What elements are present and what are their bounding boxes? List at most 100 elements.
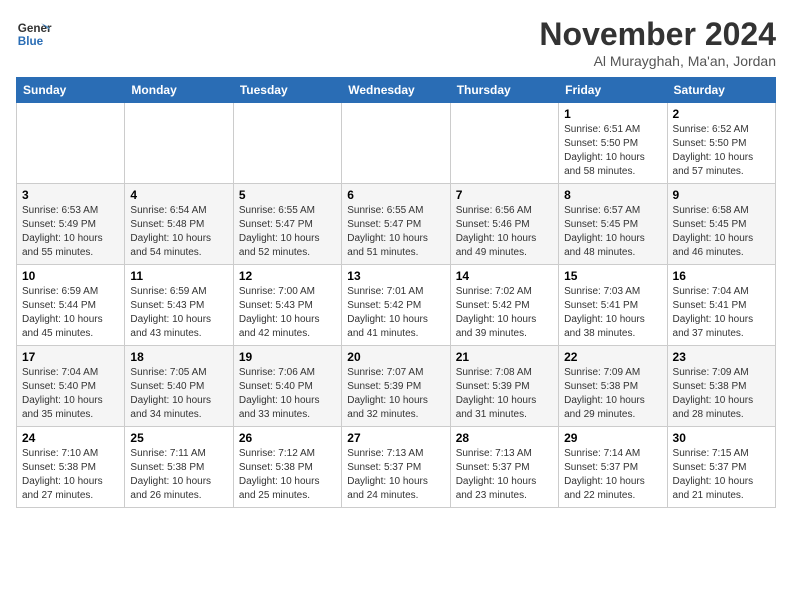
day-info: Sunrise: 6:56 AM Sunset: 5:46 PM Dayligh… (456, 204, 553, 260)
calendar-cell: 3 Sunrise: 6:53 AM Sunset: 5:49 PM Daylig… (17, 184, 125, 265)
day-info: Sunrise: 6:55 AM Sunset: 5:47 PM Dayligh… (239, 204, 336, 260)
calendar-cell: 29 Sunrise: 7:14 AM Sunset: 5:37 PM Dayli… (559, 427, 667, 508)
day-info: Sunrise: 6:55 AM Sunset: 5:47 PM Dayligh… (347, 204, 444, 260)
calendar-cell: 13 Sunrise: 7:01 AM Sunset: 5:42 PM Dayli… (342, 265, 450, 346)
calendar-cell: 11 Sunrise: 6:59 AM Sunset: 5:43 PM Dayli… (125, 265, 233, 346)
calendar-cell: 18Sunrise: 7:05 AM Sunset: 5:40 PM Dayli… (125, 346, 233, 427)
day-number: 30 (673, 431, 770, 445)
weekday-header-saturday: Saturday (667, 78, 775, 103)
calendar-cell: 1 Sunrise: 6:51 AM Sunset: 5:50 PM Daylig… (559, 103, 667, 184)
calendar-cell: 16 Sunrise: 7:04 AM Sunset: 5:41 PM Dayli… (667, 265, 775, 346)
day-number: 8 (564, 188, 661, 202)
day-number: 6 (347, 188, 444, 202)
calendar-cell: 7 Sunrise: 6:56 AM Sunset: 5:46 PM Daylig… (450, 184, 558, 265)
day-number: 23 (673, 350, 770, 364)
day-info: Sunrise: 7:12 AM Sunset: 5:38 PM Dayligh… (239, 447, 336, 503)
calendar-cell: 23Sunrise: 7:09 AM Sunset: 5:38 PM Dayli… (667, 346, 775, 427)
day-info: Sunrise: 7:04 AM Sunset: 5:40 PM Dayligh… (22, 366, 119, 422)
day-number: 21 (456, 350, 553, 364)
weekday-header-friday: Friday (559, 78, 667, 103)
day-number: 24 (22, 431, 119, 445)
day-number: 25 (130, 431, 227, 445)
weekday-header-tuesday: Tuesday (233, 78, 341, 103)
calendar-cell (125, 103, 233, 184)
day-info: Sunrise: 7:06 AM Sunset: 5:40 PM Dayligh… (239, 366, 336, 422)
day-number: 9 (673, 188, 770, 202)
day-number: 15 (564, 269, 661, 283)
calendar-cell: 27 Sunrise: 7:13 AM Sunset: 5:37 PM Dayli… (342, 427, 450, 508)
day-info: Sunrise: 6:53 AM Sunset: 5:49 PM Dayligh… (22, 204, 119, 260)
day-info: Sunrise: 7:08 AM Sunset: 5:39 PM Dayligh… (456, 366, 553, 422)
day-info: Sunrise: 6:58 AM Sunset: 5:45 PM Dayligh… (673, 204, 770, 260)
header: General Blue November 2024 Al Murayghah,… (16, 16, 776, 69)
day-number: 19 (239, 350, 336, 364)
calendar-table: SundayMondayTuesdayWednesdayThursdayFrid… (16, 77, 776, 508)
day-info: Sunrise: 7:00 AM Sunset: 5:43 PM Dayligh… (239, 285, 336, 341)
calendar-cell (233, 103, 341, 184)
day-info: Sunrise: 7:03 AM Sunset: 5:41 PM Dayligh… (564, 285, 661, 341)
day-info: Sunrise: 7:05 AM Sunset: 5:40 PM Dayligh… (130, 366, 227, 422)
calendar-cell: 28Sunrise: 7:13 AM Sunset: 5:37 PM Dayli… (450, 427, 558, 508)
day-number: 12 (239, 269, 336, 283)
day-number: 11 (130, 269, 227, 283)
day-number: 22 (564, 350, 661, 364)
day-number: 5 (239, 188, 336, 202)
title-area: November 2024 Al Murayghah, Ma'an, Jorda… (539, 16, 776, 69)
day-number: 1 (564, 107, 661, 121)
calendar-cell: 25 Sunrise: 7:11 AM Sunset: 5:38 PM Dayli… (125, 427, 233, 508)
logo: General Blue (16, 16, 52, 52)
day-number: 28 (456, 431, 553, 445)
day-info: Sunrise: 7:09 AM Sunset: 5:38 PM Dayligh… (564, 366, 661, 422)
day-info: Sunrise: 6:51 AM Sunset: 5:50 PM Dayligh… (564, 123, 661, 179)
calendar-cell: 22 Sunrise: 7:09 AM Sunset: 5:38 PM Dayli… (559, 346, 667, 427)
weekday-header-thursday: Thursday (450, 78, 558, 103)
calendar-cell: 8Sunrise: 6:57 AM Sunset: 5:45 PM Daylig… (559, 184, 667, 265)
day-info: Sunrise: 7:11 AM Sunset: 5:38 PM Dayligh… (130, 447, 227, 503)
day-number: 27 (347, 431, 444, 445)
week-row-5: 24 Sunrise: 7:10 AM Sunset: 5:38 PM Dayli… (17, 427, 776, 508)
svg-text:Blue: Blue (18, 35, 44, 48)
calendar-cell: 4Sunrise: 6:54 AM Sunset: 5:48 PM Daylig… (125, 184, 233, 265)
calendar-cell: 6 Sunrise: 6:55 AM Sunset: 5:47 PM Daylig… (342, 184, 450, 265)
day-number: 3 (22, 188, 119, 202)
day-info: Sunrise: 7:01 AM Sunset: 5:42 PM Dayligh… (347, 285, 444, 341)
day-info: Sunrise: 6:52 AM Sunset: 5:50 PM Dayligh… (673, 123, 770, 179)
day-info: Sunrise: 7:02 AM Sunset: 5:42 PM Dayligh… (456, 285, 553, 341)
weekday-header-row: SundayMondayTuesdayWednesdayThursdayFrid… (17, 78, 776, 103)
weekday-header-wednesday: Wednesday (342, 78, 450, 103)
day-info: Sunrise: 6:59 AM Sunset: 5:43 PM Dayligh… (130, 285, 227, 341)
day-number: 17 (22, 350, 119, 364)
week-row-3: 10 Sunrise: 6:59 AM Sunset: 5:44 PM Dayli… (17, 265, 776, 346)
calendar-cell: 2 Sunrise: 6:52 AM Sunset: 5:50 PM Daylig… (667, 103, 775, 184)
calendar-cell: 21 Sunrise: 7:08 AM Sunset: 5:39 PM Dayli… (450, 346, 558, 427)
day-info: Sunrise: 6:59 AM Sunset: 5:44 PM Dayligh… (22, 285, 119, 341)
day-number: 29 (564, 431, 661, 445)
day-info: Sunrise: 7:14 AM Sunset: 5:37 PM Dayligh… (564, 447, 661, 503)
day-number: 13 (347, 269, 444, 283)
calendar-cell: 12 Sunrise: 7:00 AM Sunset: 5:43 PM Dayli… (233, 265, 341, 346)
week-row-2: 3 Sunrise: 6:53 AM Sunset: 5:49 PM Daylig… (17, 184, 776, 265)
calendar-cell: 15 Sunrise: 7:03 AM Sunset: 5:41 PM Dayli… (559, 265, 667, 346)
weekday-header-monday: Monday (125, 78, 233, 103)
calendar-cell (450, 103, 558, 184)
day-info: Sunrise: 7:10 AM Sunset: 5:38 PM Dayligh… (22, 447, 119, 503)
week-row-1: 1 Sunrise: 6:51 AM Sunset: 5:50 PM Daylig… (17, 103, 776, 184)
day-info: Sunrise: 7:13 AM Sunset: 5:37 PM Dayligh… (347, 447, 444, 503)
calendar-cell (17, 103, 125, 184)
weekday-header-sunday: Sunday (17, 78, 125, 103)
day-number: 16 (673, 269, 770, 283)
day-number: 10 (22, 269, 119, 283)
day-info: Sunrise: 7:15 AM Sunset: 5:37 PM Dayligh… (673, 447, 770, 503)
day-info: Sunrise: 7:07 AM Sunset: 5:39 PM Dayligh… (347, 366, 444, 422)
calendar-cell: 17 Sunrise: 7:04 AM Sunset: 5:40 PM Dayli… (17, 346, 125, 427)
calendar-cell: 14Sunrise: 7:02 AM Sunset: 5:42 PM Dayli… (450, 265, 558, 346)
day-number: 7 (456, 188, 553, 202)
calendar-cell: 10 Sunrise: 6:59 AM Sunset: 5:44 PM Dayli… (17, 265, 125, 346)
calendar-cell: 30 Sunrise: 7:15 AM Sunset: 5:37 PM Dayli… (667, 427, 775, 508)
day-number: 2 (673, 107, 770, 121)
day-number: 4 (130, 188, 227, 202)
calendar-cell: 24 Sunrise: 7:10 AM Sunset: 5:38 PM Dayli… (17, 427, 125, 508)
day-info: Sunrise: 7:04 AM Sunset: 5:41 PM Dayligh… (673, 285, 770, 341)
location-title: Al Murayghah, Ma'an, Jordan (539, 53, 776, 69)
day-number: 26 (239, 431, 336, 445)
